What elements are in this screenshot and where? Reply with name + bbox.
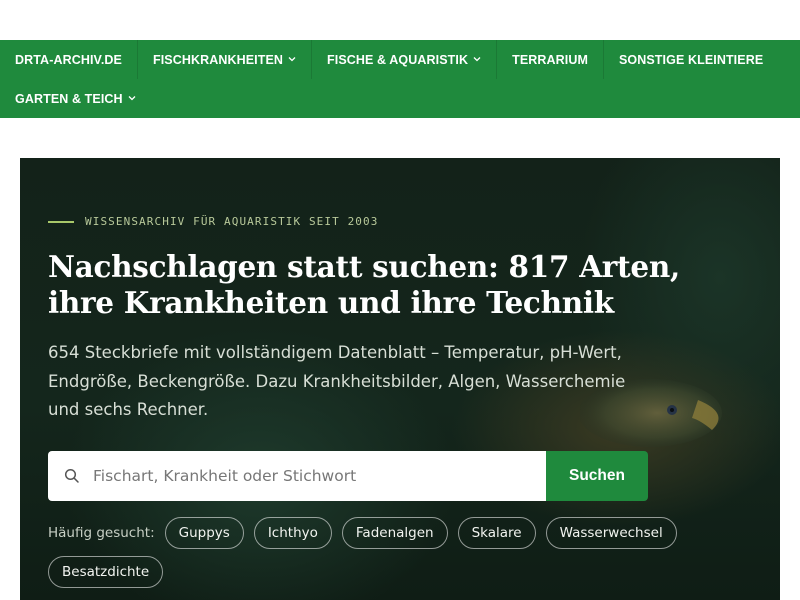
search-input[interactable] xyxy=(93,452,546,500)
popular-searches: Häufig gesucht: Guppys Ichthyo Fadenalge… xyxy=(48,517,698,595)
search-button-label: Suchen xyxy=(569,467,625,484)
main-navigation: DRTA-ARCHIV.DE FISCHKRANKHEITEN FISCHE &… xyxy=(0,40,800,118)
nav-item-label: FISCHKRANKHEITEN xyxy=(152,52,284,67)
search-button[interactable]: Suchen xyxy=(546,451,648,501)
hero-subtitle: 654 Steckbriefe mit vollständigem Datenb… xyxy=(48,339,648,425)
hero-section: WISSENSARCHIV FÜR AQUARISTIK SEIT 2003 N… xyxy=(20,158,780,600)
nav-item-sonstige-kleintiere[interactable]: SONSTIGE KLEINTIERE xyxy=(604,40,778,79)
nav-item-home[interactable]: DRTA-ARCHIV.DE xyxy=(0,40,138,79)
hero-subtitle-line: Endgröße, Beckengröße. Dazu Krankheitsbi… xyxy=(48,371,626,391)
nav-item-label: GARTEN & TEICH xyxy=(15,91,123,106)
tag-row: Häufig gesucht: Guppys Ichthyo Fadenalge… xyxy=(48,517,698,549)
nav-row-secondary: GARTEN & TEICH xyxy=(0,79,800,118)
nav-item-label: DRTA-ARCHIV.DE xyxy=(15,52,122,67)
nav-item-fischkrankheiten[interactable]: FISCHKRANKHEITEN xyxy=(138,40,313,79)
tag-chip[interactable]: Ichthyo xyxy=(253,517,332,549)
tag-chip[interactable]: Besatzdichte xyxy=(48,556,164,588)
eyebrow-text: WISSENSARCHIV FÜR AQUARISTIK SEIT 2003 xyxy=(85,215,379,228)
search-icon xyxy=(64,468,79,483)
nav-item-label: SONSTIGE KLEINTIERE xyxy=(618,52,764,67)
search-field-wrapper xyxy=(48,451,546,501)
hero-subtitle-line: und sechs Rechner. xyxy=(48,400,209,419)
hero-title-line: ihre Krankheiten und ihre Technik xyxy=(48,285,614,320)
nav-item-fische-aquaristik[interactable]: FISCHE & AQUARISTIK xyxy=(312,40,498,79)
tag-chip[interactable]: Wasserwechsel xyxy=(545,517,677,549)
nav-item-garten-teich[interactable]: GARTEN & TEICH xyxy=(0,79,151,118)
nav-item-label: TERRARIUM xyxy=(512,52,588,67)
chevron-down-icon xyxy=(128,93,136,104)
hero-eyebrow: WISSENSARCHIV FÜR AQUARISTIK SEIT 2003 xyxy=(48,215,378,228)
chevron-down-icon xyxy=(473,54,481,65)
hero-title-line: Nachschlagen statt suchen: 817 Arten, xyxy=(48,249,680,284)
hero-subtitle-line: 654 Steckbriefe mit vollständigem Datenb… xyxy=(48,343,622,362)
search-form: Suchen xyxy=(48,451,648,501)
nav-item-label: FISCHE & AQUARISTIK xyxy=(327,52,469,67)
hero-title: Nachschlagen statt suchen: 817 Arten, ih… xyxy=(48,249,728,321)
popular-searches-label: Häufig gesucht: xyxy=(48,525,155,541)
tag-chip[interactable]: Guppys xyxy=(164,517,244,549)
nav-row-primary: DRTA-ARCHIV.DE FISCHKRANKHEITEN FISCHE &… xyxy=(0,40,800,79)
tag-chip[interactable]: Skalare xyxy=(457,517,536,549)
tag-row: Besatzdichte xyxy=(48,556,698,588)
chevron-down-icon xyxy=(288,54,296,65)
tag-chip[interactable]: Fadenalgen xyxy=(341,517,448,549)
nav-item-terrarium[interactable]: TERRARIUM xyxy=(497,40,604,79)
eyebrow-line xyxy=(48,220,74,223)
